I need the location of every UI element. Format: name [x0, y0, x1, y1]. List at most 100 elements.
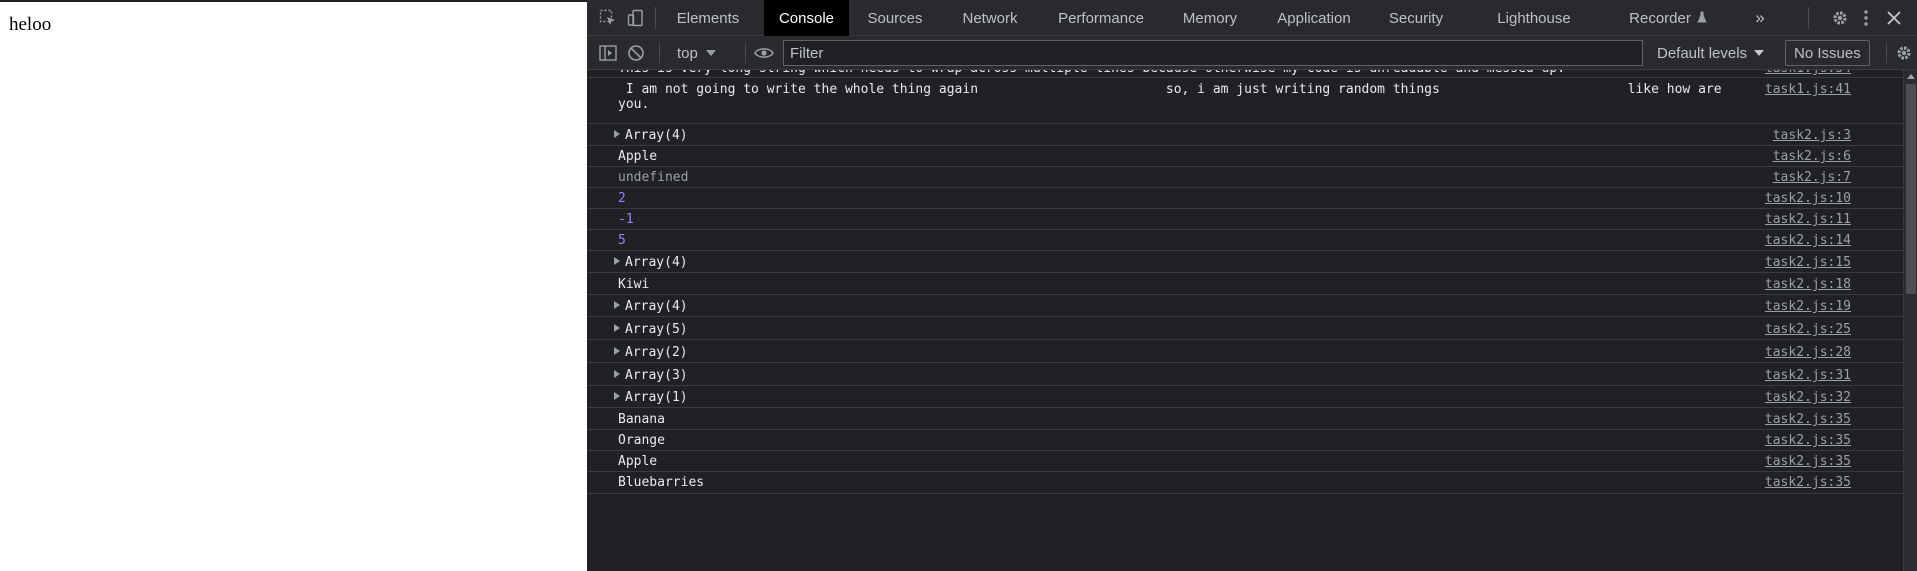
toolbar-divider [745, 43, 746, 63]
devtools-panel: Elements Console Sources Network Perform… [587, 0, 1917, 571]
console-row-array[interactable]: Array(4) task2.js:3 [587, 124, 1903, 146]
source-link[interactable]: task2.js:10 [1765, 191, 1851, 206]
expand-triangle-icon[interactable] [614, 130, 620, 138]
console-row: I am not going to write the whole thing … [587, 78, 1903, 124]
expand-triangle-icon[interactable] [614, 301, 620, 309]
console-message: Orange [618, 433, 665, 448]
console-message: Kiwi [618, 277, 650, 292]
toolbar-divider [1808, 7, 1809, 29]
array-preview[interactable]: Array(1) [614, 390, 1733, 405]
tab-security[interactable]: Security [1371, 0, 1461, 36]
array-label: Array(2) [625, 345, 688, 360]
more-tabs-chevron-icon[interactable]: » [1729, 0, 1791, 36]
source-link[interactable]: task2.js:31 [1765, 368, 1851, 383]
console-row-array[interactable]: Array(4) task2.js:15 [587, 251, 1903, 273]
expand-triangle-icon[interactable] [614, 324, 620, 332]
context-label: top [677, 44, 698, 62]
source-link[interactable]: task2.js:35 [1765, 454, 1851, 469]
tab-lighthouse[interactable]: Lighthouse [1461, 0, 1607, 36]
console-message: undefined [618, 170, 689, 185]
log-levels-select[interactable]: Default levels [1657, 36, 1765, 70]
console-message: This is very long string which needs to … [618, 70, 1733, 76]
array-preview[interactable]: Array(4) [614, 128, 1733, 143]
array-preview[interactable]: Array(3) [614, 368, 1733, 383]
expand-triangle-icon[interactable] [614, 392, 620, 400]
source-link[interactable]: task2.js:3 [1773, 128, 1851, 143]
tab-elements[interactable]: Elements [655, 0, 761, 36]
expand-triangle-icon[interactable] [614, 347, 620, 355]
array-label: Array(4) [625, 128, 688, 143]
console-toolbar: top Default levels No Issues [587, 36, 1917, 70]
live-expression-eye-icon[interactable] [752, 41, 776, 65]
array-preview[interactable]: Array(4) [614, 255, 1733, 270]
array-label: Array(1) [625, 390, 688, 405]
console-row-array[interactable]: Array(3) task2.js:31 [587, 363, 1903, 386]
console-row: undefined task2.js:7 [587, 167, 1903, 188]
settings-gear-icon[interactable] [1828, 6, 1852, 30]
tab-recorder[interactable]: Recorder [1607, 0, 1729, 36]
scroll-thumb[interactable] [1906, 84, 1916, 294]
console-settings-gear-icon[interactable] [1892, 41, 1916, 65]
flask-icon [1697, 10, 1707, 27]
console-message: Apple [618, 149, 658, 164]
array-preview[interactable]: Array(4) [614, 299, 1733, 314]
web-page: heloo [0, 0, 587, 571]
tab-network[interactable]: Network [941, 0, 1039, 36]
console-row: Apple task2.js:35 [587, 451, 1903, 472]
source-link[interactable]: task2.js:35 [1765, 475, 1851, 490]
source-link[interactable]: task2.js:6 [1773, 149, 1851, 164]
tab-application[interactable]: Application [1257, 0, 1371, 36]
expand-triangle-icon[interactable] [614, 370, 620, 378]
console-row: Bluebarries task2.js:35 [587, 472, 1903, 494]
console-row-array[interactable]: Array(2) task2.js:28 [587, 340, 1903, 363]
source-link[interactable]: task2.js:35 [1765, 433, 1851, 448]
source-link[interactable]: task2.js:28 [1765, 345, 1851, 360]
tab-memory[interactable]: Memory [1163, 0, 1257, 36]
source-link[interactable]: task2.js:19 [1765, 299, 1851, 314]
array-preview[interactable]: Array(5) [614, 322, 1733, 337]
source-link[interactable]: task2.js:25 [1765, 322, 1851, 337]
source-link[interactable]: task2.js:14 [1765, 233, 1851, 248]
device-toolbar-icon[interactable] [624, 6, 648, 30]
array-label: Array(4) [625, 299, 688, 314]
clear-console-icon[interactable] [624, 41, 648, 65]
console-row: -1 task2.js:11 [587, 209, 1903, 230]
page-text: heloo [9, 14, 52, 35]
source-link[interactable]: task2.js:15 [1765, 255, 1851, 270]
tab-sources[interactable]: Sources [849, 0, 941, 36]
console-message: 5 [618, 233, 626, 248]
console-row-array[interactable]: Array(1) task2.js:32 [587, 386, 1903, 408]
console-row: Banana task2.js:35 [587, 408, 1903, 430]
inspect-element-icon[interactable] [596, 6, 620, 30]
show-sidebar-icon[interactable] [596, 41, 620, 65]
array-label: Array(5) [625, 322, 688, 337]
devtools-tab-bar: Elements Console Sources Network Perform… [587, 0, 1917, 36]
source-link[interactable]: task2.js:32 [1765, 390, 1851, 405]
toolbar-divider [659, 43, 660, 63]
array-label: Array(4) [625, 255, 688, 270]
source-link[interactable]: task1.js:34 [1765, 70, 1851, 76]
console-scrollbar[interactable] [1903, 70, 1917, 571]
tab-console[interactable]: Console [764, 0, 849, 36]
tab-performance[interactable]: Performance [1039, 0, 1163, 36]
chevron-down-icon [705, 50, 716, 56]
more-options-vertical-dots-icon[interactable] [1854, 6, 1878, 30]
source-link[interactable]: task2.js:7 [1773, 170, 1851, 185]
console-row: Kiwi task2.js:18 [587, 273, 1903, 295]
console-row-array[interactable]: Array(4) task2.js:19 [587, 295, 1903, 317]
source-link[interactable]: task2.js:35 [1765, 412, 1851, 427]
issues-button[interactable]: No Issues [1785, 40, 1870, 66]
scroll-up-arrow-icon[interactable] [1907, 74, 1915, 79]
expand-triangle-icon[interactable] [614, 257, 620, 265]
javascript-context-select[interactable]: top [677, 36, 716, 70]
console-row-array[interactable]: Array(5) task2.js:25 [587, 317, 1903, 340]
source-link[interactable]: task2.js:18 [1765, 277, 1851, 292]
close-devtools-icon[interactable] [1882, 6, 1906, 30]
console-message: Bluebarries [618, 475, 705, 490]
console-filter-input[interactable] [783, 40, 1643, 66]
array-preview[interactable]: Array(2) [614, 345, 1733, 360]
source-link[interactable]: task2.js:11 [1765, 212, 1851, 227]
console-row: Orange task2.js:35 [587, 430, 1903, 451]
source-link[interactable]: task1.js:41 [1765, 82, 1851, 97]
console-messages: This is very long string which needs to … [587, 70, 1903, 571]
